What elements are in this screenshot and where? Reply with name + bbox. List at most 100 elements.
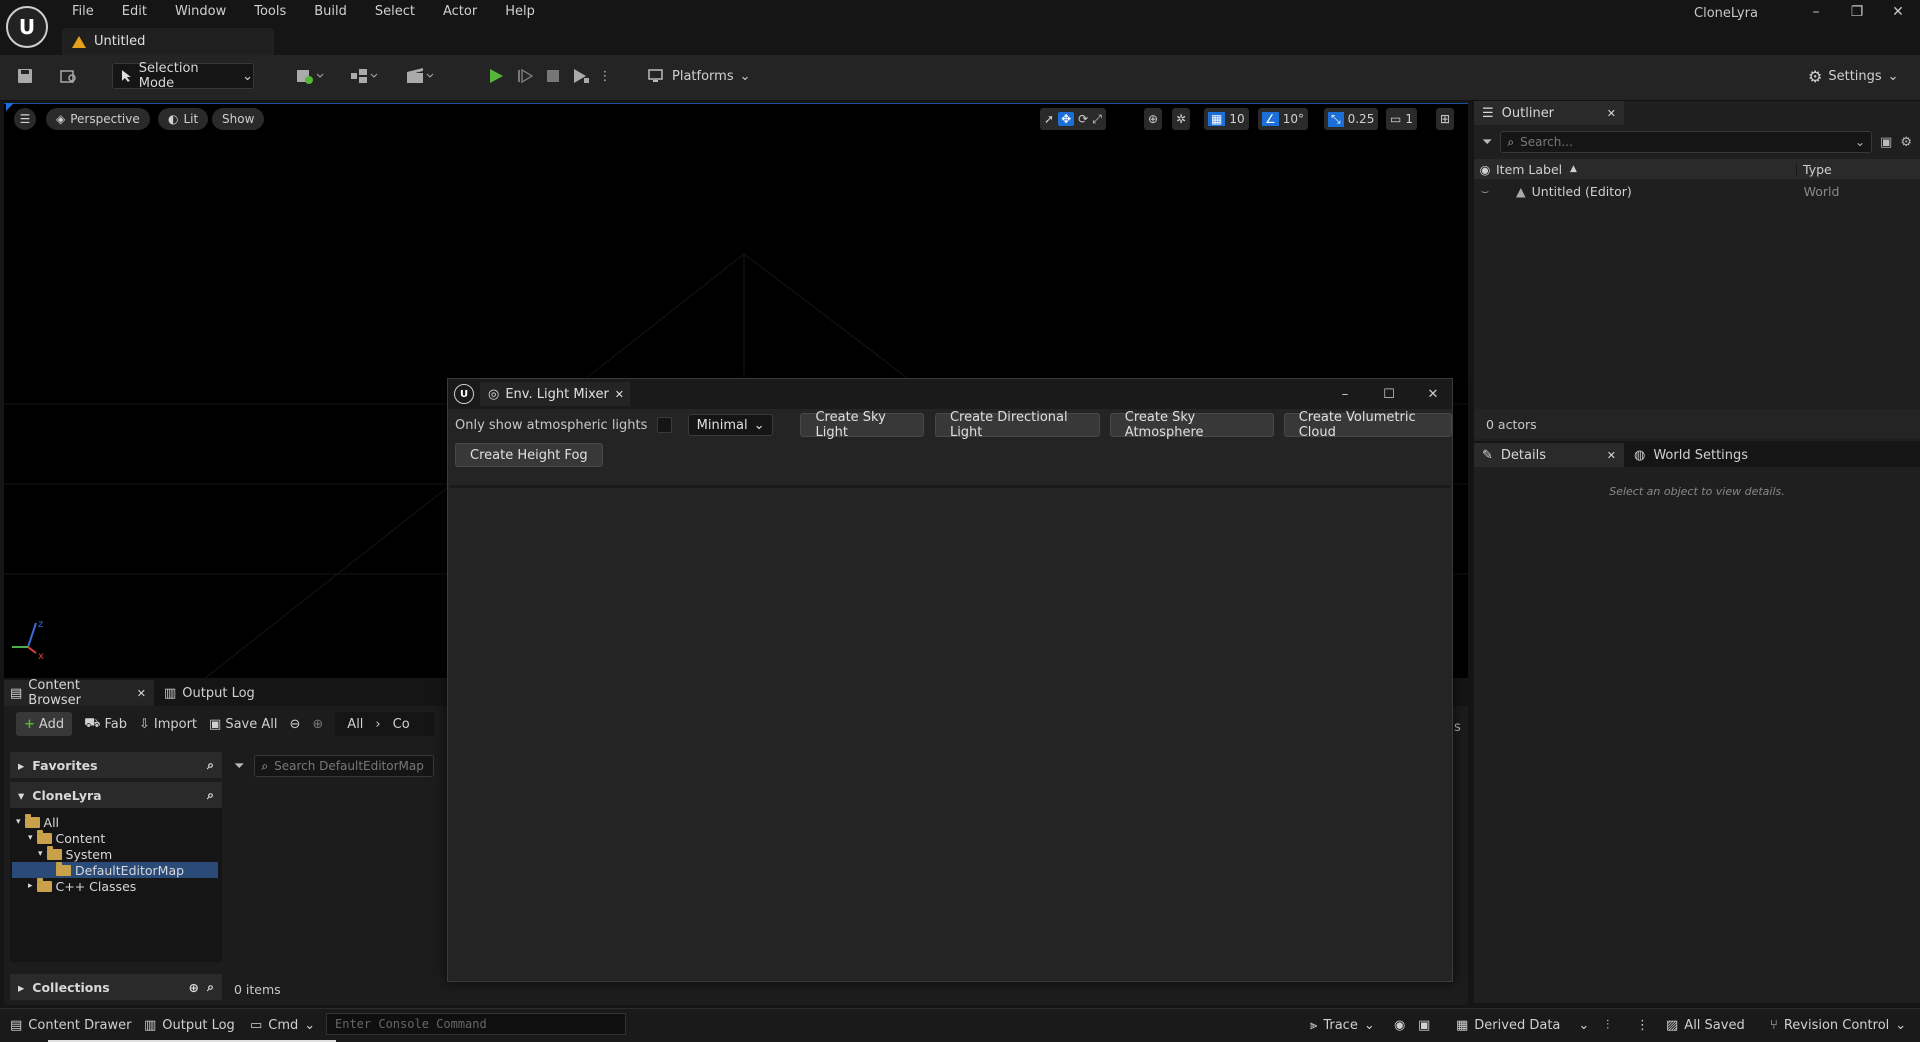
search-icon[interactable]: ⌕: [207, 979, 214, 995]
tree-item-all[interactable]: ▾ All: [16, 813, 59, 830]
tab-details[interactable]: ✎ Details ✕: [1474, 443, 1624, 467]
close-tab-icon[interactable]: ✕: [1607, 449, 1616, 462]
screenshot-icon[interactable]: ▣: [1418, 1008, 1430, 1042]
create-sky-light-button[interactable]: Create Sky Light: [800, 410, 924, 440]
menu-window[interactable]: Window: [161, 0, 240, 24]
scale-snap-button[interactable]: ⤡ 0.25: [1324, 108, 1379, 130]
play-icon[interactable]: [485, 65, 507, 87]
rotate-tool-icon[interactable]: ⟳: [1078, 112, 1088, 126]
stop-icon[interactable]: [542, 65, 564, 87]
world-space-icon[interactable]: ⊕: [1144, 108, 1163, 130]
search-icon[interactable]: ⌕: [207, 757, 214, 773]
asset-search-input[interactable]: ⌕ Search DefaultEditorMap: [254, 755, 435, 777]
only-show-checkbox[interactable]: [657, 417, 672, 433]
derived-data-dropdown[interactable]: ▦ Derived Data ⌄: [1456, 1008, 1589, 1042]
all-saved-button[interactable]: ▨ All Saved: [1666, 1008, 1745, 1042]
menu-tools[interactable]: Tools: [240, 0, 300, 24]
cinematics-icon[interactable]: [402, 65, 438, 87]
grid-snap-button[interactable]: ▦ 10: [1204, 108, 1249, 130]
save-all-button[interactable]: ▣ Save All: [209, 717, 277, 732]
perspective-button[interactable]: ◈ Perspective: [46, 108, 150, 130]
tab-outliner[interactable]: ☰ Outliner ✕: [1474, 101, 1624, 125]
import-button[interactable]: ⇩ Import: [139, 717, 197, 732]
favorites-header[interactable]: ▸ Favorites ⌕: [10, 752, 222, 778]
record-icon[interactable]: ◉: [1394, 1008, 1405, 1042]
menu-build[interactable]: Build: [300, 0, 361, 24]
settings-dropdown[interactable]: ⚙ Settings ⌄: [1808, 63, 1899, 89]
path-next[interactable]: Co: [393, 717, 410, 732]
cmd-dropdown[interactable]: ▭ Cmd ⌄: [250, 1008, 315, 1042]
tab-env-light-mixer[interactable]: ◎ Env. Light Mixer ✕: [480, 382, 630, 406]
close-tab-icon[interactable]: ✕: [137, 687, 146, 700]
source-control-icon[interactable]: ⫶: [1606, 1008, 1609, 1042]
close-window-icon[interactable]: ✕: [1879, 0, 1917, 24]
project-header[interactable]: ▾ CloneLyra ⌕: [10, 782, 222, 808]
close-window-icon[interactable]: ✕: [1414, 387, 1452, 402]
collections-header[interactable]: ▸ Collections ⊕ ⌕: [10, 974, 222, 1000]
tree-item-cpp-classes[interactable]: ▸ C++ Classes: [28, 877, 136, 894]
mode-dropdown[interactable]: Minimal ⌄: [687, 414, 774, 436]
outliner-row[interactable]: ⌣ ▲ Untitled (Editor) World: [1474, 179, 1920, 203]
create-height-fog-button[interactable]: Create Height Fog: [455, 443, 603, 467]
close-tab-icon[interactable]: ✕: [615, 388, 624, 401]
back-icon[interactable]: ⊖: [289, 717, 300, 732]
menu-file[interactable]: File: [58, 0, 108, 24]
show-button[interactable]: Show: [212, 108, 265, 130]
tab-content-browser[interactable]: ▤ Content Browser ✕: [4, 678, 154, 708]
close-tab-icon[interactable]: ✕: [1607, 107, 1616, 120]
selection-mode-dropdown[interactable]: Selection Mode ⌄: [112, 61, 254, 91]
eye-icon[interactable]: ◉: [1474, 162, 1496, 177]
col-item-label[interactable]: Item Label: [1496, 162, 1796, 177]
add-button[interactable]: + Add: [16, 712, 73, 736]
more-options-icon[interactable]: ⋮: [1636, 1008, 1649, 1042]
eject-icon[interactable]: [570, 65, 592, 87]
tab-output-log[interactable]: ▥ Output Log: [154, 680, 255, 706]
revision-control-dropdown[interactable]: ⑂ Revision Control ⌄: [1770, 1008, 1906, 1042]
create-volumetric-cloud-button[interactable]: Create Volumetric Cloud: [1283, 410, 1452, 440]
col-type[interactable]: Type: [1796, 161, 1832, 177]
surface-snap-icon[interactable]: ✲: [1172, 108, 1191, 130]
tab-world-settings[interactable]: ◍ World Settings: [1624, 443, 1748, 467]
layout-icon[interactable]: ⊞: [1436, 108, 1455, 130]
filter-icon[interactable]: ⏷: [234, 759, 244, 774]
maximize-icon[interactable]: ☐: [1370, 387, 1408, 402]
tree-item-system[interactable]: ▾ System: [38, 845, 112, 862]
move-tool-icon[interactable]: ✥: [1058, 112, 1075, 126]
menu-help[interactable]: Help: [491, 0, 549, 24]
scale-tool-icon[interactable]: ⤢: [1092, 112, 1102, 127]
fab-button[interactable]: ⛟ Fab: [84, 716, 127, 733]
path-all[interactable]: All: [347, 717, 363, 732]
trace-dropdown[interactable]: ⫸ Trace ⌄: [1310, 1008, 1375, 1042]
camera-speed-button[interactable]: ▭ 1: [1386, 108, 1417, 130]
browse-icon[interactable]: [58, 65, 80, 87]
level-tab[interactable]: Untitled: [62, 28, 274, 55]
blueprint-icon[interactable]: [346, 65, 382, 87]
forward-icon[interactable]: ⊕: [312, 717, 323, 732]
save-icon[interactable]: [14, 65, 36, 87]
console-input[interactable]: Enter Console Command: [326, 1013, 626, 1035]
play-options-icon[interactable]: ⋮: [598, 65, 612, 87]
output-log-button[interactable]: ▥ Output Log: [144, 1008, 235, 1042]
minimize-icon[interactable]: –: [1326, 387, 1364, 402]
tree-item-content[interactable]: ▾ Content: [28, 829, 105, 846]
lit-button[interactable]: ◐ Lit: [158, 108, 209, 130]
restore-icon[interactable]: ❐: [1838, 0, 1876, 24]
add-actor-icon[interactable]: [292, 65, 328, 87]
content-drawer-button[interactable]: ▤ Content Drawer: [10, 1008, 131, 1042]
outliner-search-input[interactable]: ⌕ Search... ⌄: [1500, 131, 1873, 153]
rotation-snap-button[interactable]: ∠ 10°: [1258, 108, 1309, 130]
create-directional-light-button[interactable]: Create Directional Light: [934, 410, 1100, 440]
gear-icon[interactable]: ⚙: [1900, 135, 1912, 150]
tree-item-default-editor-map[interactable]: DefaultEditorMap: [12, 861, 218, 878]
menu-select[interactable]: Select: [361, 0, 429, 24]
viewport-menu-icon[interactable]: ☰: [14, 108, 36, 130]
create-sky-atmosphere-button[interactable]: Create Sky Atmosphere: [1109, 410, 1274, 440]
filter-icon[interactable]: ⏷: [1482, 135, 1492, 150]
add-collection-icon[interactable]: ⊕: [189, 980, 199, 995]
platforms-dropdown[interactable]: Platforms ⌄: [648, 63, 751, 89]
advance-frame-icon[interactable]: [514, 65, 536, 87]
add-folder-icon[interactable]: ▣: [1880, 135, 1892, 150]
menu-actor[interactable]: Actor: [429, 0, 491, 24]
unreal-logo-icon[interactable]: U: [6, 6, 48, 48]
select-tool-icon[interactable]: ➚: [1044, 112, 1054, 126]
